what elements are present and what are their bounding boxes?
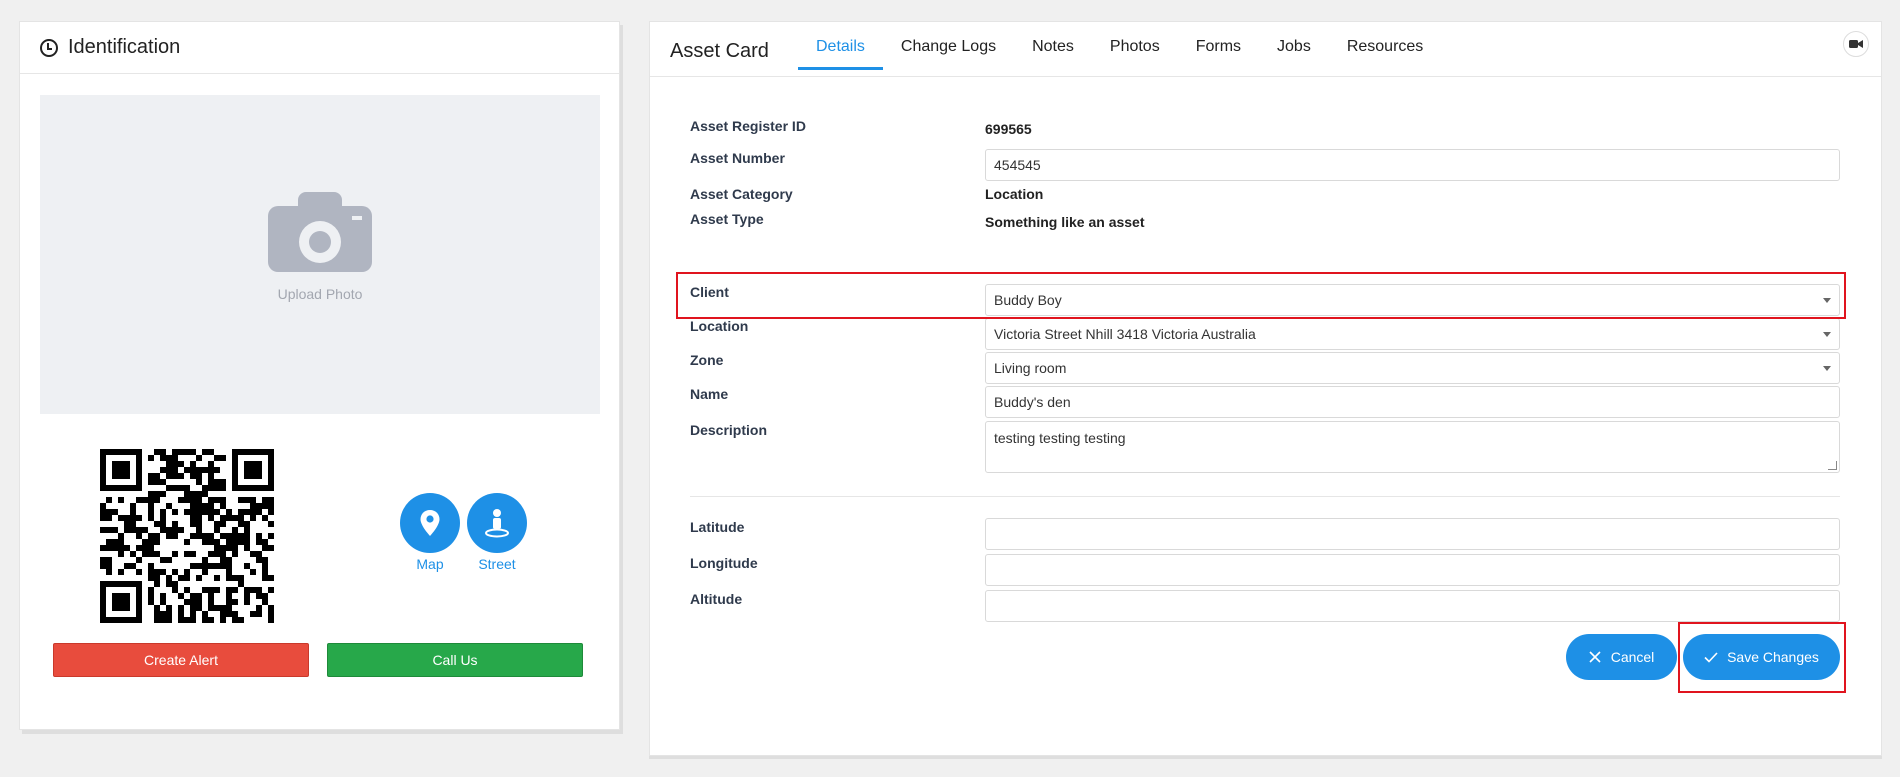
tab-details[interactable]: Details (798, 22, 883, 70)
cancel-button[interactable]: Cancel (1566, 634, 1677, 680)
video-camera-button[interactable] (1843, 31, 1869, 57)
altitude-label: Altitude (690, 591, 743, 607)
chevron-down-icon (1823, 366, 1831, 371)
description-text: testing testing testing (994, 430, 1126, 446)
street-view-icon (485, 509, 509, 538)
video-camera-icon (1849, 40, 1863, 48)
asset-category-value: Location (985, 186, 1044, 202)
asset-card-header: Asset Card Details Change Logs Notes Pho… (650, 22, 1881, 77)
asset-tabs: Details Change Logs Notes Photos Forms J… (798, 22, 1441, 77)
tab-resources[interactable]: Resources (1329, 22, 1441, 70)
create-alert-button[interactable]: Create Alert (53, 643, 309, 677)
description-label: Description (690, 422, 768, 438)
qr-code (100, 449, 274, 623)
map-label[interactable]: Map (400, 556, 460, 572)
clock-icon (40, 38, 58, 57)
tab-jobs[interactable]: Jobs (1259, 22, 1329, 70)
identification-title: Identification (68, 36, 181, 58)
zone-select[interactable]: Living room (985, 352, 1840, 384)
upload-photo-label: Upload Photo (277, 285, 363, 302)
street-view-button[interactable] (467, 493, 527, 553)
asset-type-value: Something like an asset (985, 214, 1145, 230)
name-label: Name (690, 386, 729, 402)
asset-category-label: Asset Category (690, 186, 793, 202)
tab-photos[interactable]: Photos (1092, 22, 1178, 70)
identification-header: Identification (20, 22, 619, 74)
client-row-highlight (676, 272, 1846, 319)
camera-icon (268, 191, 372, 272)
asset-number-label: Asset Number (690, 150, 785, 166)
asset-card-panel: Asset Card Details Change Logs Notes Pho… (649, 21, 1882, 756)
cancel-label: Cancel (1610, 649, 1655, 665)
asset-register-id-label: Asset Register ID (690, 118, 806, 134)
latitude-input[interactable] (985, 518, 1840, 550)
location-label: Location (690, 318, 749, 334)
longitude-input[interactable] (985, 554, 1840, 586)
altitude-input[interactable] (985, 590, 1840, 622)
zone-label: Zone (690, 352, 724, 368)
tab-notes[interactable]: Notes (1014, 22, 1092, 70)
location-select[interactable]: Victoria Street Nhill 3418 Victoria Aust… (985, 318, 1840, 350)
zone-select-value: Living room (994, 360, 1067, 376)
section-divider (690, 496, 1840, 497)
call-us-button[interactable]: Call Us (327, 643, 583, 677)
chevron-down-icon (1823, 332, 1831, 337)
description-textarea[interactable]: testing testing testing (985, 421, 1840, 473)
latitude-label: Latitude (690, 519, 745, 535)
map-button[interactable] (400, 493, 460, 553)
name-input[interactable]: Buddy's den (985, 386, 1840, 418)
asset-register-id-value: 699565 (985, 121, 1032, 137)
asset-number-input[interactable]: 454545 (985, 149, 1840, 181)
map-pin-icon (420, 510, 440, 536)
identification-panel: Identification Upload Photo Map Street C… (19, 21, 620, 730)
resize-handle-icon[interactable] (1828, 461, 1837, 470)
asset-card-title: Asset Card (670, 40, 769, 62)
close-icon (1589, 651, 1601, 663)
upload-photo-area[interactable]: Upload Photo (40, 95, 600, 414)
tab-change-logs[interactable]: Change Logs (883, 22, 1014, 70)
asset-type-label: Asset Type (690, 211, 764, 227)
longitude-label: Longitude (690, 555, 758, 571)
street-label[interactable]: Street (467, 556, 527, 572)
tab-forms[interactable]: Forms (1178, 22, 1259, 70)
location-select-value: Victoria Street Nhill 3418 Victoria Aust… (994, 326, 1256, 342)
save-button-highlight (1678, 622, 1846, 693)
